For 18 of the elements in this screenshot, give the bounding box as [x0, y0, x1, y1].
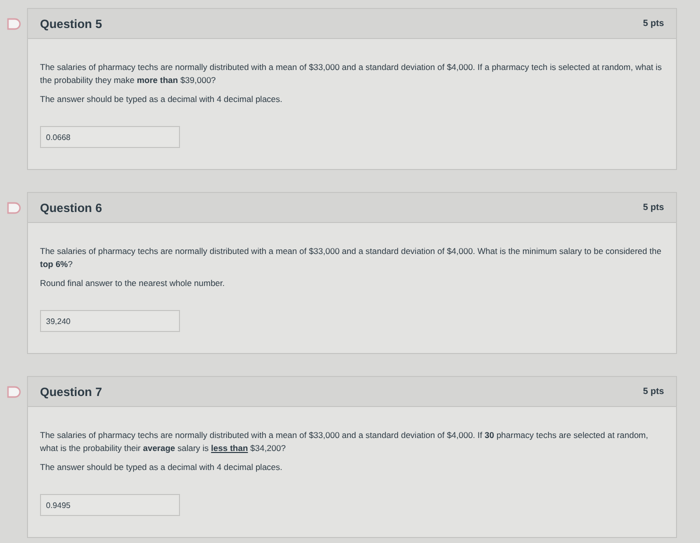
question-text: The salaries of pharmacy techs are normally distributed with a mean of $33,000 and a standard deviation of $4,000. If a pharmacy tech is selected at random, what is the probability they make more than $39,000?	[40, 61, 663, 87]
question-text: The answer should be typed as a decimal with 4 decimal places.	[40, 461, 284, 474]
answer-field[interactable]: 0.9495	[40, 494, 180, 516]
question-text: The salaries of pharmacy techs are normally distributed with a mean of $33,000 and a standard deviation of $4,000. If 30 pharmacy techs are selected at random, what is the probability their average salary is less than $34,200?	[40, 429, 650, 455]
question-text: The salaries of pharmacy techs are normally distributed with a mean of $33,000 and a standard deviation of $4,000. What is the minimum salary to be considered the top 6%?	[40, 245, 662, 271]
points-label: 5 pts	[642, 200, 664, 214]
question-title: Question 6	[40, 200, 102, 216]
flag-icon	[6, 386, 20, 398]
points-label: 5 pts	[642, 384, 664, 398]
question-title: Question 5	[40, 16, 102, 32]
question-text: Round final answer to the nearest whole number.	[40, 277, 226, 290]
question-text: The answer should be typed as a decimal with 4 decimal places.	[40, 93, 284, 106]
flag-icon	[6, 18, 20, 30]
answer-field[interactable]: 39,240	[40, 310, 180, 332]
points-label: 5 pts	[642, 16, 664, 30]
question-title: Question 7	[40, 384, 102, 400]
answer-field[interactable]: 0.0668	[40, 126, 180, 148]
flag-icon	[6, 202, 20, 214]
